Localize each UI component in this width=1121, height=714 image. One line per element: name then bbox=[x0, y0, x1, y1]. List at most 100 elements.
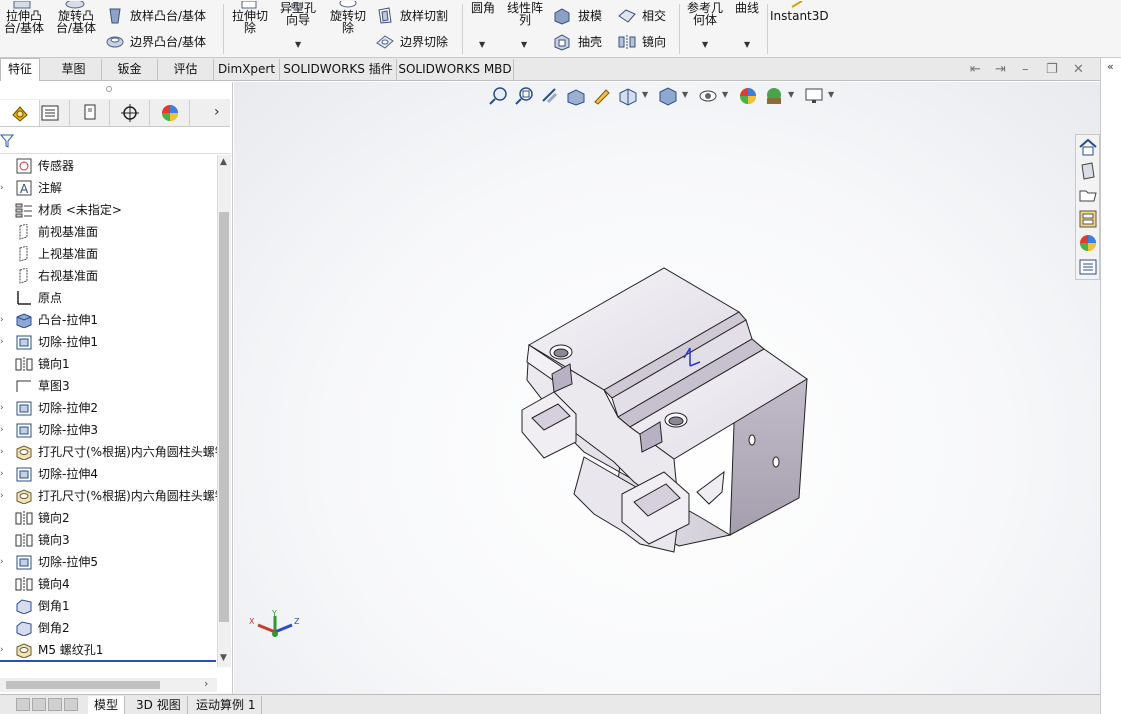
next-document-icon[interactable]: ⇥ bbox=[995, 62, 1006, 77]
tab-model[interactable]: 模型 bbox=[88, 696, 126, 714]
expand-arrow-icon[interactable]: › bbox=[0, 551, 6, 573]
tab-dimxpert[interactable]: DimXpert bbox=[214, 59, 280, 80]
apply-scene-icon[interactable] bbox=[764, 86, 784, 109]
tab-sheet-metal[interactable]: 钣金 bbox=[102, 59, 158, 80]
boundary-cut-button[interactable]: 边界切除 bbox=[400, 35, 448, 49]
previous-document-icon[interactable]: ⇤ bbox=[970, 62, 981, 77]
curves-dropdown-icon[interactable]: ▼ bbox=[744, 40, 750, 49]
tab-next-icon[interactable] bbox=[48, 698, 62, 711]
design-library-icon[interactable] bbox=[1078, 161, 1098, 181]
property-manager-tab[interactable] bbox=[30, 100, 70, 126]
instant3d-button[interactable]: Instant3D bbox=[770, 10, 829, 22]
tree-item[interactable]: › 打孔尺寸(%根据)内六角圆柱头螺钉 bbox=[0, 485, 217, 507]
file-explorer-icon[interactable] bbox=[1078, 185, 1098, 205]
tree-item[interactable]: 倒角1 bbox=[0, 595, 217, 617]
tab-sketch[interactable]: 草图 bbox=[46, 59, 102, 80]
expand-arrow-icon[interactable]: › bbox=[0, 331, 6, 353]
zoom-to-area-icon[interactable] bbox=[514, 86, 534, 109]
view-palette-icon[interactable] bbox=[1078, 209, 1098, 229]
chevron-right-icon[interactable]: › bbox=[214, 104, 220, 120]
tree-item[interactable]: 镜向4 bbox=[0, 573, 217, 595]
hole-wizard-dropdown-icon[interactable]: ▼ bbox=[295, 40, 301, 49]
appearances-icon[interactable] bbox=[1078, 233, 1098, 253]
boundary-boss-button[interactable]: 边界凸台/基体 bbox=[130, 35, 206, 49]
loft-boss-button[interactable]: 放样凸台/基体 bbox=[130, 9, 206, 23]
tree-item[interactable]: › 打孔尺寸(%根据)内六角圆柱头螺钉 bbox=[0, 441, 217, 463]
scroll-right-icon[interactable]: › bbox=[204, 677, 208, 690]
tree-item[interactable]: › 切除-拉伸2 bbox=[0, 397, 217, 419]
view-orientation-dropdown-icon[interactable]: ▼ bbox=[642, 90, 648, 99]
collapse-panel-icon[interactable]: « bbox=[1107, 60, 1114, 73]
scroll-up-icon[interactable]: ▲ bbox=[220, 157, 227, 167]
tab-3d-views[interactable]: 3D 视图 bbox=[130, 696, 188, 714]
tree-item[interactable]: 右视基准面 bbox=[0, 265, 217, 287]
section-view-icon[interactable] bbox=[566, 86, 586, 109]
tree-item[interactable]: 倒角2 bbox=[0, 617, 217, 639]
tree-item[interactable]: 镜向1 bbox=[0, 353, 217, 375]
tree-item[interactable]: › 凸台-拉伸1 bbox=[0, 309, 217, 331]
dynamic-annotation-icon[interactable] bbox=[592, 86, 612, 109]
draft-button[interactable]: 拔模 bbox=[578, 9, 602, 23]
tree-scroll-thumb[interactable] bbox=[219, 212, 229, 622]
tree-hscroll-thumb[interactable] bbox=[6, 681, 160, 689]
tree-item[interactable]: › 切除-拉伸5 bbox=[0, 551, 217, 573]
linear-pattern-dropdown-icon[interactable]: ▼ bbox=[521, 40, 527, 49]
tree-item[interactable]: 原点 bbox=[0, 287, 217, 309]
tree-item[interactable]: › 切除-拉伸1 bbox=[0, 331, 217, 353]
fillet-button[interactable]: 圆角 bbox=[468, 2, 498, 14]
revolve-cut-button[interactable]: 旋转切 除 bbox=[326, 10, 370, 34]
panel-splitter-handle[interactable] bbox=[106, 86, 112, 92]
extrude-cut-button[interactable]: 拉伸切 除 bbox=[228, 10, 272, 34]
display-style-dropdown-icon[interactable]: ▼ bbox=[682, 90, 688, 99]
tree-filter-bar[interactable] bbox=[0, 128, 230, 154]
tree-item[interactable]: 镜向3 bbox=[0, 529, 217, 551]
tree-item[interactable]: 传感器 bbox=[0, 155, 217, 177]
intersect-button[interactable]: 相交 bbox=[642, 9, 666, 23]
custom-properties-icon[interactable] bbox=[1078, 257, 1098, 277]
expand-arrow-icon[interactable]: › bbox=[0, 463, 6, 485]
zoom-to-fit-icon[interactable] bbox=[488, 86, 508, 109]
edit-appearance-icon[interactable] bbox=[738, 86, 758, 109]
curves-button[interactable]: 曲线 bbox=[732, 2, 762, 14]
tab-evaluate[interactable]: 评估 bbox=[158, 59, 214, 80]
tab-solidworks-mbd[interactable]: SOLIDWORKS MBD bbox=[397, 59, 514, 80]
loft-cut-button[interactable]: 放样切割 bbox=[400, 9, 448, 23]
display-manager-tab[interactable] bbox=[150, 100, 190, 126]
tree-item[interactable]: › M5 螺纹孔1 bbox=[0, 639, 217, 661]
previous-view-icon[interactable] bbox=[540, 86, 560, 109]
mirror-button[interactable]: 镜向 bbox=[642, 35, 666, 49]
tab-prev-icon[interactable] bbox=[32, 698, 46, 711]
tree-item[interactable]: 材质 <未指定> bbox=[0, 199, 217, 221]
apply-scene-dropdown-icon[interactable]: ▼ bbox=[788, 90, 794, 99]
graphics-area[interactable]: ▼ ▼ ▼ ▼ ▼ Y X Z bbox=[234, 82, 1100, 694]
display-style-icon[interactable] bbox=[658, 86, 678, 109]
3d-part-model[interactable] bbox=[514, 262, 824, 562]
shell-button[interactable]: 抽壳 bbox=[578, 35, 602, 49]
linear-pattern-button[interactable]: 线性阵 列 bbox=[503, 2, 547, 26]
tab-scroll-buttons[interactable] bbox=[16, 698, 82, 711]
expand-arrow-icon[interactable]: › bbox=[0, 441, 6, 463]
expand-arrow-icon[interactable]: › bbox=[0, 309, 6, 331]
tree-item[interactable]: › A 注解 bbox=[0, 177, 217, 199]
tree-item[interactable]: › 切除-拉伸3 bbox=[0, 419, 217, 441]
tree-item[interactable]: 草图3 bbox=[0, 375, 217, 397]
hole-wizard-button[interactable]: 异型孔 向导 bbox=[276, 2, 320, 26]
tree-horizontal-scrollbar[interactable]: › bbox=[0, 677, 217, 692]
hide-show-dropdown-icon[interactable]: ▼ bbox=[722, 90, 728, 99]
configuration-manager-tab[interactable] bbox=[70, 100, 110, 126]
close-icon[interactable]: ✕ bbox=[1073, 62, 1084, 77]
tree-item[interactable]: 前视基准面 bbox=[0, 221, 217, 243]
tab-features[interactable]: 特征 bbox=[0, 58, 40, 81]
extrude-boss-button[interactable]: 拉伸凸 台/基体 bbox=[2, 10, 46, 34]
rollback-bar[interactable] bbox=[0, 660, 216, 662]
tab-first-icon[interactable] bbox=[16, 698, 30, 711]
dimxpert-manager-tab[interactable] bbox=[110, 100, 150, 126]
restore-icon[interactable]: ❐ bbox=[1046, 62, 1058, 77]
tree-item[interactable]: › 切除-拉伸4 bbox=[0, 463, 217, 485]
tree-item[interactable]: 镜向2 bbox=[0, 507, 217, 529]
scroll-down-icon[interactable]: ▼ bbox=[220, 653, 227, 663]
expand-arrow-icon[interactable]: › bbox=[0, 485, 6, 507]
view-orientation-icon[interactable] bbox=[618, 86, 640, 109]
expand-arrow-icon[interactable]: › bbox=[0, 419, 6, 441]
expand-arrow-icon[interactable]: › bbox=[0, 397, 6, 419]
